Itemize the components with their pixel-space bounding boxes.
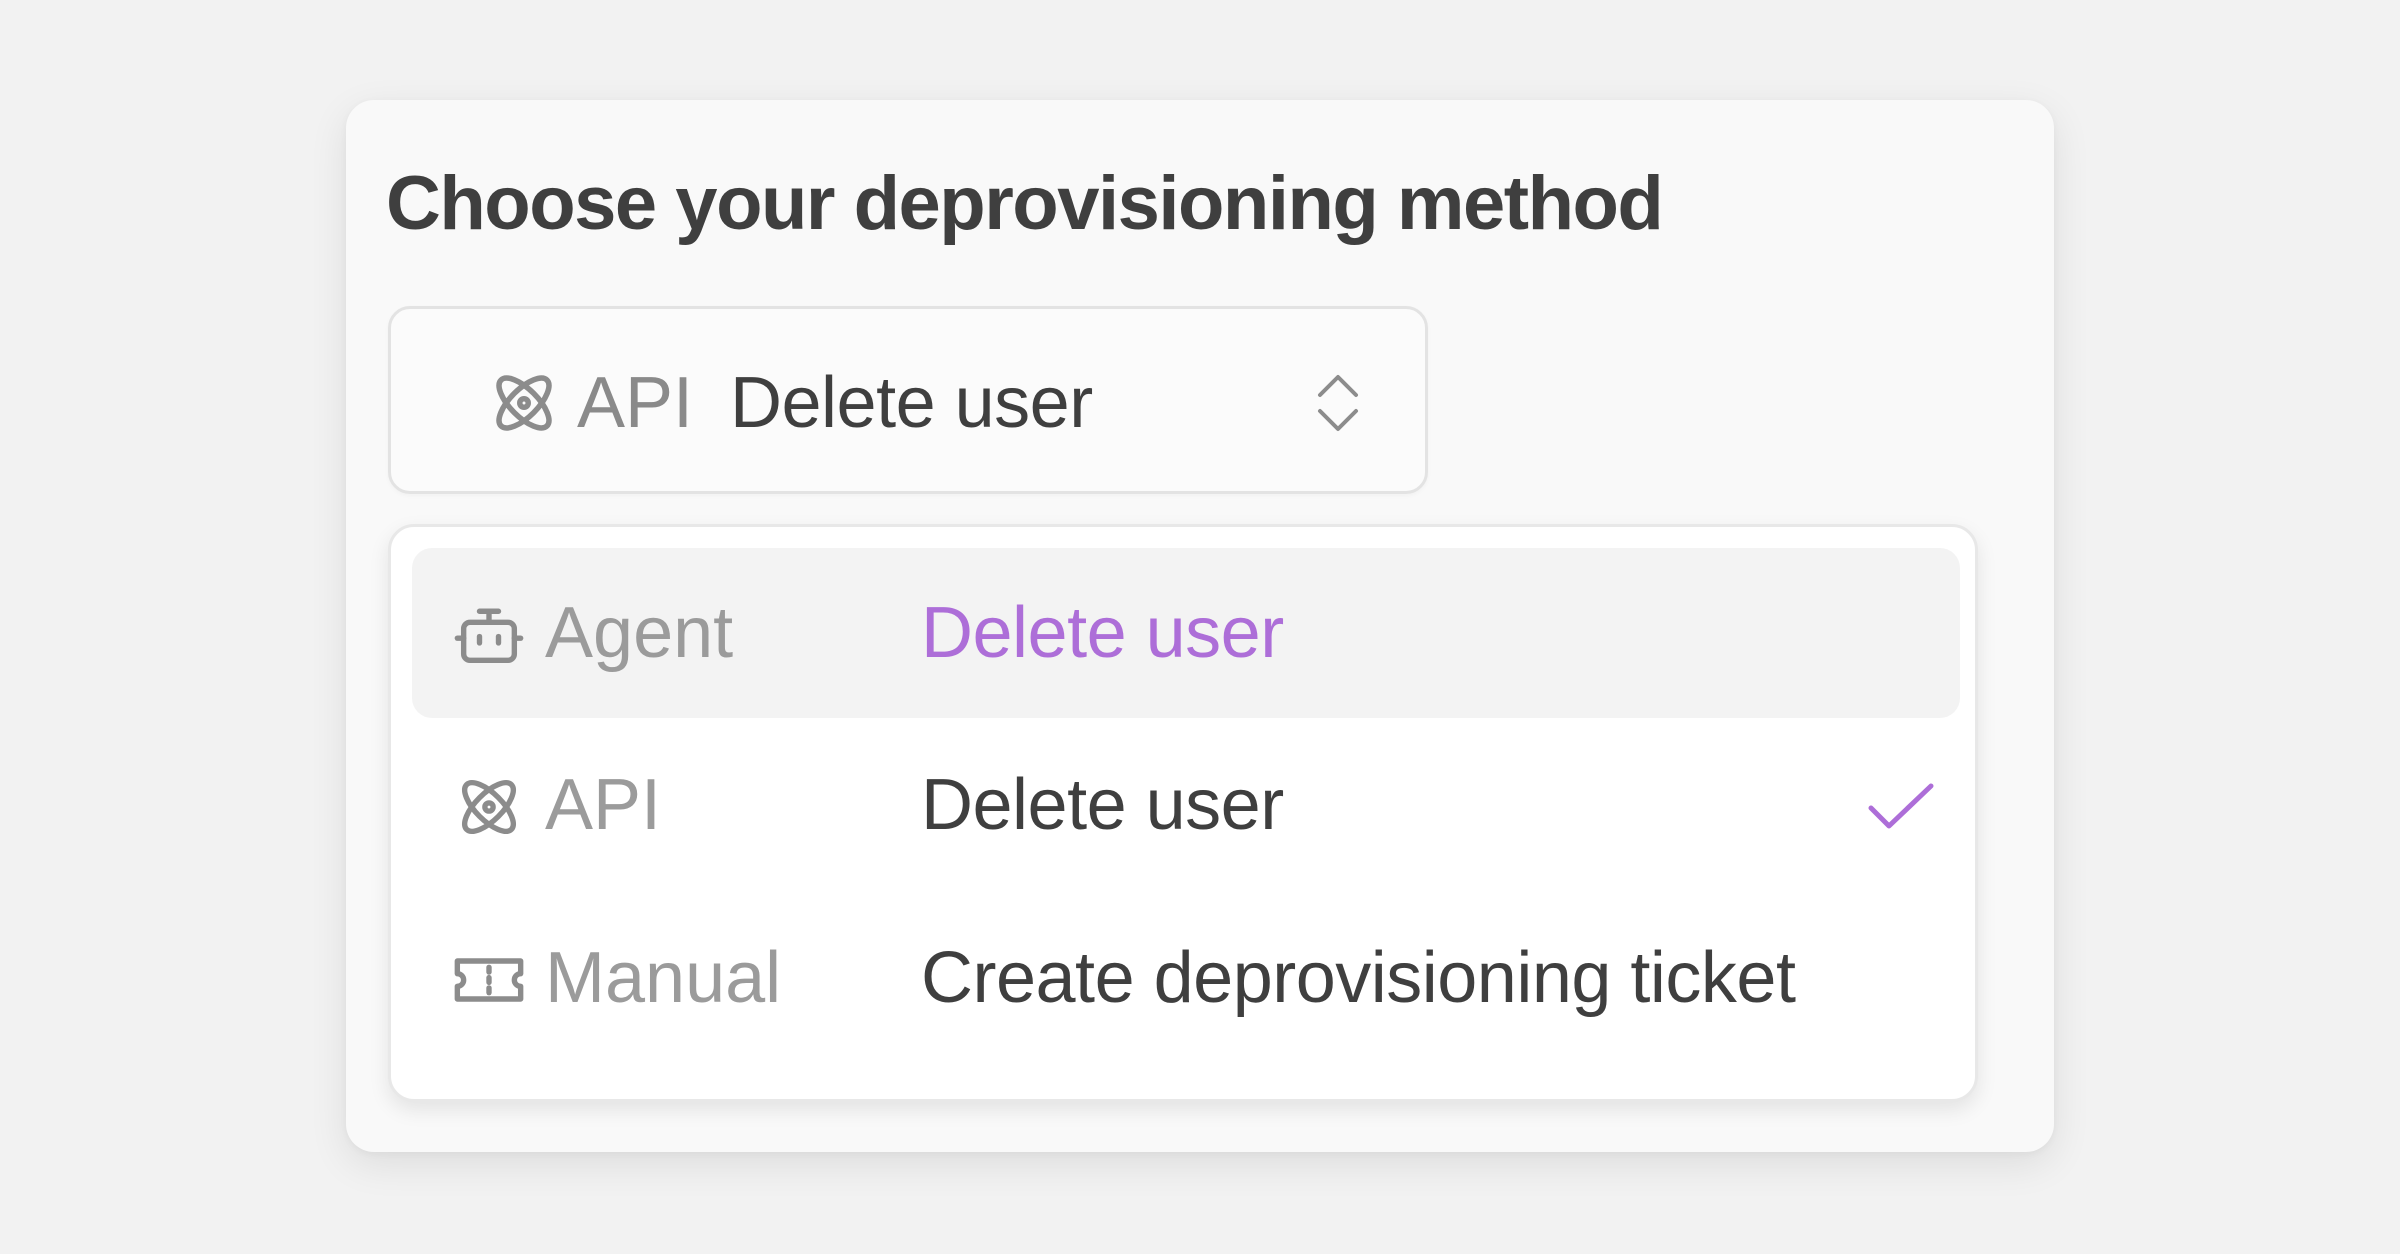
robot-icon bbox=[451, 597, 527, 673]
deprovisioning-method-card: Choose your deprovisioning method API De… bbox=[346, 100, 2054, 1152]
selected-method-label: API bbox=[577, 363, 694, 443]
chevron-up-down-icon bbox=[1310, 365, 1366, 441]
option-action-label: Create deprovisioning ticket bbox=[921, 938, 1796, 1018]
option-action-label: Delete user bbox=[921, 593, 1284, 673]
checkmark-icon bbox=[1865, 778, 1937, 834]
method-dropdown-menu: Agent Delete user API Delete user Manual… bbox=[388, 524, 1978, 1102]
option-method-label: Agent bbox=[545, 593, 734, 673]
option-api[interactable]: API Delete user bbox=[412, 720, 1960, 890]
selected-action-label: Delete user bbox=[730, 363, 1093, 443]
option-manual[interactable]: Manual Create deprovisioning ticket bbox=[412, 893, 1960, 1063]
atom-icon bbox=[451, 769, 527, 845]
option-method-label: Manual bbox=[545, 938, 782, 1018]
card-title: Choose your deprovisioning method bbox=[386, 161, 1664, 246]
option-agent[interactable]: Agent Delete user bbox=[412, 548, 1960, 718]
atom-icon bbox=[485, 364, 563, 442]
option-method-label: API bbox=[545, 765, 662, 845]
ticket-icon bbox=[451, 942, 527, 1018]
option-action-label: Delete user bbox=[921, 765, 1284, 845]
method-select-trigger[interactable]: API Delete user bbox=[388, 306, 1428, 494]
